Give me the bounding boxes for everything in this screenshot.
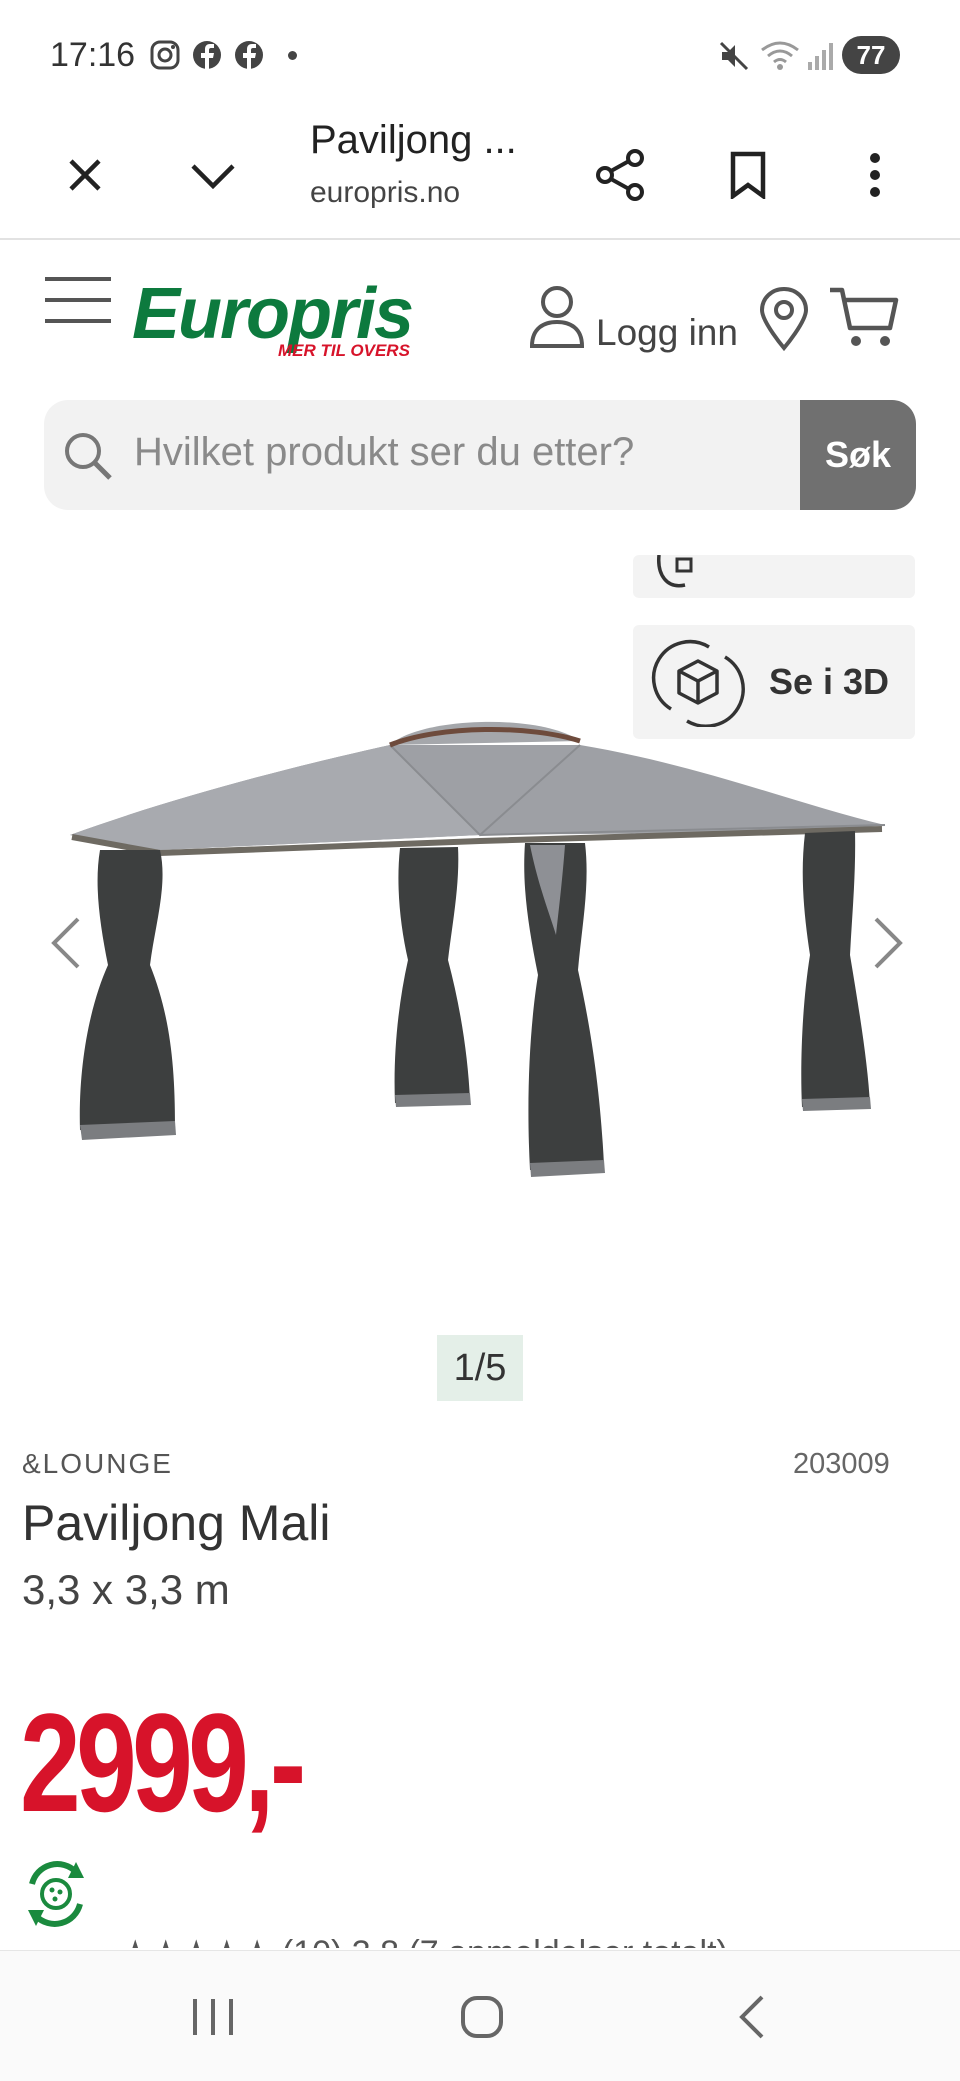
chevron-down-icon[interactable] bbox=[178, 140, 248, 210]
menu-icon[interactable] bbox=[38, 270, 118, 330]
product-reviews[interactable]: ★★★★★ (10) 3,8 (7 anmeldelser totalt) bbox=[120, 1936, 728, 1948]
close-icon[interactable] bbox=[50, 140, 120, 210]
mute-icon bbox=[718, 40, 750, 77]
facebook-icon bbox=[192, 40, 222, 75]
browser-toolbar: Paviljong ... europris.no bbox=[0, 110, 960, 240]
login-link[interactable]: Logg inn bbox=[596, 312, 738, 354]
wifi-icon bbox=[760, 40, 800, 77]
browser-url[interactable]: europris.no bbox=[310, 176, 460, 210]
site-header: Europris MER TIL OVERS Logg inn bbox=[0, 240, 960, 390]
product-size: 3,3 x 3,3 m bbox=[22, 1566, 230, 1613]
home-icon[interactable] bbox=[460, 1995, 504, 2044]
more-vert-icon[interactable] bbox=[840, 140, 910, 210]
system-nav-bar bbox=[0, 1950, 960, 2081]
product-sku: 203009 bbox=[793, 1448, 890, 1480]
recycle-icon bbox=[18, 1856, 94, 1937]
search-icon bbox=[62, 430, 114, 487]
signal-icon bbox=[806, 40, 836, 77]
search-input[interactable]: Hvilket produkt ser du etter? bbox=[134, 430, 634, 475]
chevron-right-icon[interactable] bbox=[872, 915, 906, 976]
image-counter: 1/5 bbox=[437, 1335, 523, 1401]
product-gallery: Se i 3D 1/5 bbox=[0, 555, 960, 1425]
bookmark-icon[interactable] bbox=[713, 140, 783, 210]
product-price: 2999,- bbox=[20, 1684, 306, 1841]
share-icon[interactable] bbox=[585, 140, 655, 210]
battery-indicator: 77 bbox=[842, 36, 900, 74]
user-icon[interactable] bbox=[528, 284, 586, 355]
logo-tagline: MER TIL OVERS bbox=[278, 341, 410, 360]
product-image[interactable] bbox=[60, 685, 900, 1290]
cart-icon[interactable] bbox=[828, 284, 900, 355]
search-bar: Hvilket produkt ser du etter? Søk bbox=[44, 400, 916, 510]
chevron-left-icon[interactable] bbox=[48, 915, 82, 976]
facebook-icon bbox=[234, 40, 264, 75]
view-in-room-button[interactable] bbox=[633, 555, 915, 598]
browser-page-title[interactable]: Paviljong ... bbox=[310, 118, 517, 163]
dot-icon bbox=[288, 51, 297, 60]
search-button[interactable]: Søk bbox=[800, 400, 916, 510]
back-icon[interactable] bbox=[736, 1993, 766, 2046]
product-title: Paviljong Mali bbox=[22, 1495, 331, 1551]
location-pin-icon[interactable] bbox=[758, 286, 810, 357]
status-bar: 17:16 77 bbox=[0, 0, 960, 110]
instagram-icon bbox=[150, 40, 180, 75]
status-time: 17:16 bbox=[50, 36, 136, 74]
recents-icon[interactable] bbox=[190, 1995, 236, 2044]
product-brand[interactable]: &LOUNGE bbox=[22, 1448, 173, 1480]
